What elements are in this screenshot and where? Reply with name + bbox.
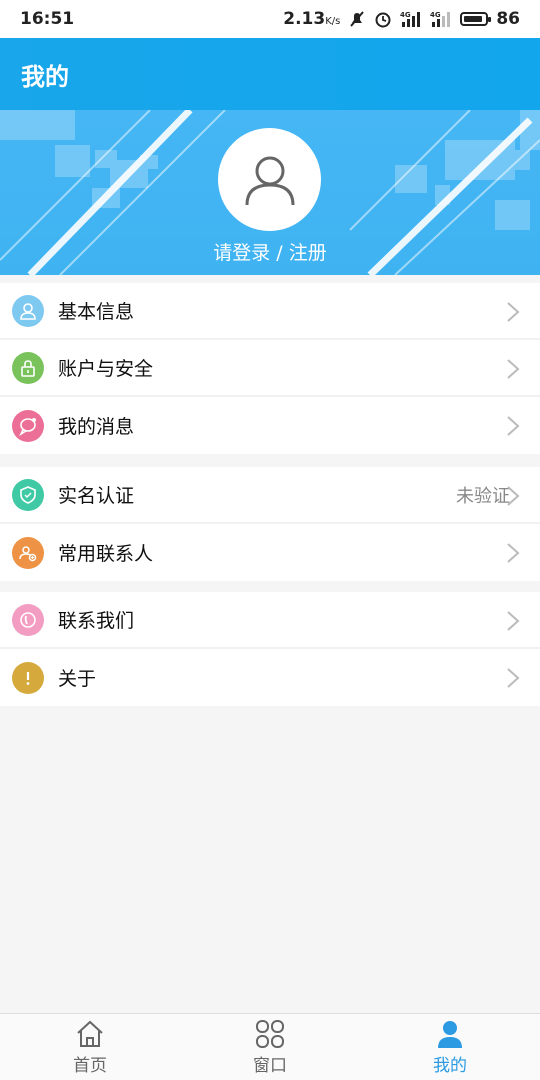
menu-group-identity: 实名认证 未验证 常用联系人 [0,467,540,581]
grid-icon [256,1020,284,1048]
battery-percent: 86 [496,9,520,29]
nav-label: 窗口 [253,1056,287,1076]
mute-icon [348,10,366,28]
svg-text:4G: 4G [400,11,411,19]
menu-label: 联系我们 [58,610,135,632]
home-icon [77,1020,103,1047]
menu-item-contact-us[interactable]: 联系我们 [0,592,540,649]
nav-tab-mine[interactable]: 我的 [360,1014,540,1080]
bottom-navigation: 首页 窗口 我的 [0,1013,540,1080]
chevron-right-icon [507,416,520,436]
menu-item-account-security[interactable]: 账户与安全 [0,340,540,397]
status-bar: 16:51 2.13K/s 4G 4G 86 [0,0,540,38]
svg-text:4G: 4G [430,11,441,19]
info-icon [12,661,44,694]
user-icon [12,294,44,327]
menu-group-account: 基本信息 账户与安全 我的消息 [0,283,540,454]
battery-level [464,16,482,22]
chevron-right-icon [507,359,520,379]
app-header: 我的 [0,38,540,110]
chevron-right-icon [507,543,520,563]
status-indicators: 2.13K/s 4G 4G 86 [283,9,520,29]
login-register-link[interactable]: 请登录 / 注册 [0,238,540,265]
default-avatar-icon [245,156,294,205]
menu-label: 账户与安全 [58,358,154,380]
signal-4g-2-icon: 4G [430,10,452,28]
chevron-right-icon [507,302,520,322]
profile-banner: 请登录 / 注册 [0,110,540,275]
avatar[interactable] [218,128,321,231]
status-time: 16:51 [20,9,75,29]
nav-label: 我的 [433,1056,467,1076]
chevron-right-icon [507,486,520,506]
menu-label: 常用联系人 [58,543,154,565]
menu-label: 关于 [58,668,97,690]
network-speed: 2.13K/s [283,9,341,29]
nav-label: 首页 [73,1056,107,1076]
menu-item-basic-info[interactable]: 基本信息 [0,283,540,340]
lock-icon [12,351,44,384]
message-icon [12,409,44,442]
verification-status: 未验证 [456,485,510,507]
nav-tab-home[interactable]: 首页 [0,1014,180,1080]
menu-group-about: 联系我们 关于 [0,592,540,706]
shield-icon [12,478,44,511]
network-speed-unit: K/s [325,16,341,27]
battery-icon [460,12,492,26]
menu-item-my-messages[interactable]: 我的消息 [0,397,540,454]
menu-item-real-name-verification[interactable]: 实名认证 未验证 [0,467,540,524]
chevron-right-icon [507,611,520,631]
menu-item-frequent-contacts[interactable]: 常用联系人 [0,524,540,581]
signal-4g-icon: 4G [400,10,422,28]
contacts-icon [12,536,44,569]
menu-label: 基本信息 [58,301,135,323]
nav-tab-window[interactable]: 窗口 [180,1014,360,1080]
person-icon [438,1021,462,1048]
menu-label: 实名认证 [58,485,135,507]
page-title: 我的 [21,62,69,91]
menu-label: 我的消息 [58,416,135,438]
phone-icon [12,603,44,636]
alarm-icon [374,10,392,28]
menu-item-about[interactable]: 关于 [0,649,540,706]
chevron-right-icon [507,668,520,688]
